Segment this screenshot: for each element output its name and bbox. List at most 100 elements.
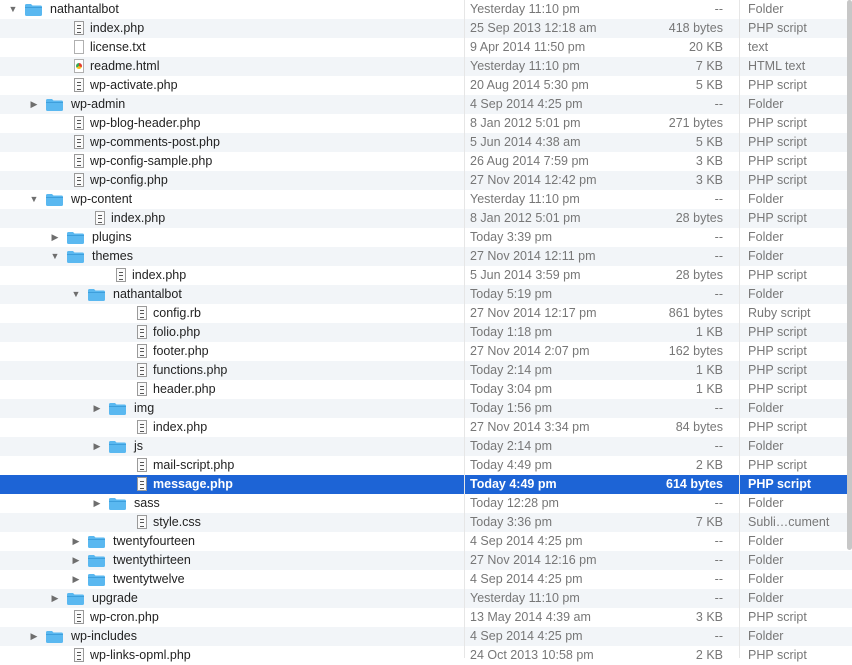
folder-row[interactable]: ▶ twentythirteen 27 Nov 2014 12:16 pm -- Fol…	[0, 551, 852, 570]
folder-row[interactable]: ▶ plugins Today 3:39 pm -- Folder	[0, 228, 852, 247]
disclosure-collapsed-icon[interactable]: ▶	[50, 228, 60, 247]
disclosure-collapsed-icon[interactable]: ▶	[92, 399, 102, 418]
file-size: 271 bytes	[668, 116, 723, 130]
file-size: 5 KB	[695, 135, 723, 149]
disclosure-expanded-icon[interactable]: ▼	[8, 0, 18, 19]
folder-icon	[88, 536, 105, 548]
file-kind: PHP script	[748, 78, 807, 92]
file-name: nathantalbot	[113, 287, 182, 301]
file-row[interactable]: footer.php 27 Nov 2014 2:07 pm 162 bytes PH…	[0, 342, 852, 361]
file-name: header.php	[153, 382, 216, 396]
date-modified: 5 Jun 2014 4:38 am	[470, 135, 581, 149]
disclosure-collapsed-icon[interactable]: ▶	[71, 532, 81, 551]
disclosure-collapsed-icon[interactable]: ▶	[50, 589, 60, 608]
file-name: img	[134, 401, 155, 415]
file-row[interactable]: wp-config-sample.php 26 Aug 2014 7:59 pm 3…	[0, 152, 852, 171]
date-modified: Yesterday 11:10 pm	[470, 192, 580, 206]
file-name: twentyfourteen	[113, 534, 195, 548]
file-kind: Folder	[748, 2, 784, 16]
file-name: folio.php	[153, 325, 201, 339]
file-list: ▼ nathantalbot Yesterday 11:10 pm -- Folder i…	[0, 0, 852, 665]
file-size: 7 KB	[695, 515, 723, 529]
file-size: --	[714, 401, 723, 415]
date-modified: 24 Oct 2013 10:58 pm	[470, 648, 594, 662]
folder-icon	[67, 593, 84, 605]
file-name: style.css	[153, 515, 201, 529]
file-size: --	[714, 553, 723, 567]
vertical-scrollbar[interactable]	[847, 0, 852, 550]
script-file-icon	[137, 515, 147, 529]
date-modified: 27 Nov 2014 12:11 pm	[470, 249, 596, 263]
file-row[interactable]: functions.php Today 2:14 pm 1 KB PHP script	[0, 361, 852, 380]
file-kind: text	[748, 40, 769, 54]
file-size: --	[714, 2, 723, 16]
folder-icon	[46, 99, 63, 111]
file-size: 28 bytes	[675, 211, 723, 225]
file-row[interactable]: license.txt 9 Apr 2014 11:50 pm 20 KB text	[0, 38, 852, 57]
folder-row[interactable]: ▶ wp-includes 4 Sep 2014 4:25 pm -- Folder	[0, 627, 852, 646]
file-row[interactable]: wp-links-opml.php 24 Oct 2013 10:58 pm 2 K…	[0, 646, 852, 665]
file-size: --	[714, 192, 723, 206]
file-kind: PHP script	[748, 458, 807, 472]
disclosure-collapsed-icon[interactable]: ▶	[71, 570, 81, 589]
file-size: 418 bytes	[668, 21, 723, 35]
file-row[interactable]: style.css Today 3:36 pm 7 KB Subli…cument	[0, 513, 852, 532]
folder-row[interactable]: ▶ twentyfourteen 4 Sep 2014 4:25 pm -- Folde…	[0, 532, 852, 551]
file-name: index.php	[153, 420, 208, 434]
file-row[interactable]: mail-script.php Today 4:49 pm 2 KB PHP scri…	[0, 456, 852, 475]
file-size: 1 KB	[695, 363, 723, 377]
file-row[interactable]: config.rb 27 Nov 2014 12:17 pm 861 bytes Ru…	[0, 304, 852, 323]
folder-row[interactable]: ▶ js Today 2:14 pm -- Folder	[0, 437, 852, 456]
folder-icon	[67, 251, 84, 263]
file-kind: Folder	[748, 401, 784, 415]
folder-row[interactable]: ▼ nathantalbot Today 5:19 pm -- Folder	[0, 285, 852, 304]
file-kind: Folder	[748, 534, 784, 548]
disclosure-collapsed-icon[interactable]: ▶	[29, 95, 39, 114]
column-divider	[739, 0, 740, 658]
disclosure-expanded-icon[interactable]: ▼	[71, 285, 81, 304]
folder-row[interactable]: ▶ img Today 1:56 pm -- Folder	[0, 399, 852, 418]
folder-icon	[109, 441, 126, 453]
disclosure-collapsed-icon[interactable]: ▶	[92, 494, 102, 513]
file-size: 2 KB	[695, 458, 723, 472]
file-row[interactable]: index.php 8 Jan 2012 5:01 pm 28 bytes PHP s…	[0, 209, 852, 228]
disclosure-collapsed-icon[interactable]: ▶	[92, 437, 102, 456]
file-row[interactable]: index.php 5 Jun 2014 3:59 pm 28 bytes PHP s…	[0, 266, 852, 285]
file-row[interactable]: index.php 25 Sep 2013 12:18 am 418 bytes PH…	[0, 19, 852, 38]
file-row[interactable]: wp-activate.php 20 Aug 2014 5:30 pm 5 KB PH…	[0, 76, 852, 95]
file-row[interactable]: wp-cron.php 13 May 2014 4:39 am 3 KB PHP sc…	[0, 608, 852, 627]
date-modified: 27 Nov 2014 12:17 pm	[470, 306, 597, 320]
folder-row[interactable]: ▼ wp-content Yesterday 11:10 pm -- Folder	[0, 190, 852, 209]
script-file-icon	[74, 154, 84, 168]
date-modified: 27 Nov 2014 12:42 pm	[470, 173, 597, 187]
file-kind: Folder	[748, 496, 784, 510]
file-row[interactable]: readme.html Yesterday 11:10 pm 7 KB HTML te…	[0, 57, 852, 76]
script-file-icon	[137, 458, 147, 472]
disclosure-expanded-icon[interactable]: ▼	[50, 247, 60, 266]
file-row[interactable]: header.php Today 3:04 pm 1 KB PHP script	[0, 380, 852, 399]
folder-row[interactable]: ▶ sass Today 12:28 pm -- Folder	[0, 494, 852, 513]
file-name: wp-blog-header.php	[90, 116, 201, 130]
file-row[interactable]: folio.php Today 1:18 pm 1 KB PHP script	[0, 323, 852, 342]
file-row[interactable]: wp-blog-header.php 8 Jan 2012 5:01 pm 271 …	[0, 114, 852, 133]
file-row[interactable]: wp-comments-post.php 5 Jun 2014 4:38 am 5 …	[0, 133, 852, 152]
file-row[interactable]: message.php Today 4:49 pm 614 bytes PHP scr…	[0, 475, 852, 494]
disclosure-collapsed-icon[interactable]: ▶	[29, 627, 39, 646]
folder-row[interactable]: ▶ upgrade Yesterday 11:10 pm -- Folder	[0, 589, 852, 608]
folder-row[interactable]: ▶ wp-admin 4 Sep 2014 4:25 pm -- Folder	[0, 95, 852, 114]
folder-row[interactable]: ▶ twentytwelve 4 Sep 2014 4:25 pm -- Folder	[0, 570, 852, 589]
file-row[interactable]: wp-config.php 27 Nov 2014 12:42 pm 3 KB PHP…	[0, 171, 852, 190]
file-kind: PHP script	[748, 154, 807, 168]
file-kind: PHP script	[748, 211, 807, 225]
html-file-icon	[74, 59, 84, 73]
script-file-icon	[74, 135, 84, 149]
file-row[interactable]: index.php 27 Nov 2014 3:34 pm 84 bytes PHP …	[0, 418, 852, 437]
date-modified: Yesterday 11:10 pm	[470, 591, 580, 605]
script-file-icon	[137, 382, 147, 396]
folder-row[interactable]: ▼ nathantalbot Yesterday 11:10 pm -- Folder	[0, 0, 852, 19]
disclosure-collapsed-icon[interactable]: ▶	[71, 551, 81, 570]
folder-row[interactable]: ▼ themes 27 Nov 2014 12:11 pm -- Folder	[0, 247, 852, 266]
file-kind: Folder	[748, 591, 784, 605]
disclosure-expanded-icon[interactable]: ▼	[29, 190, 39, 209]
file-size: --	[714, 534, 723, 548]
